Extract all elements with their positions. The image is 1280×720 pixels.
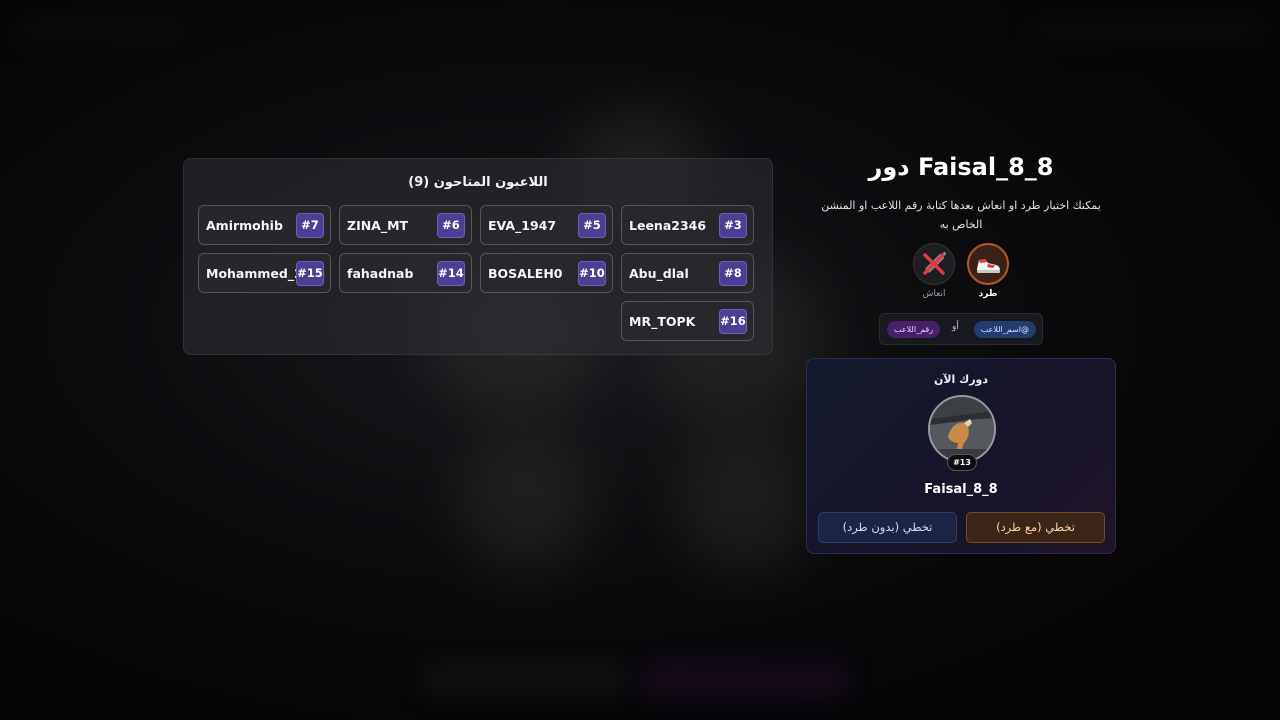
player-card[interactable]: ZINA_MT #6 [339,205,472,245]
player-card[interactable]: Leena2346 #3 [621,205,754,245]
current-turn-card: دورك الآن #13 Faisal_8_8 تخطي (مع طرد) ت… [806,358,1116,554]
player-card[interactable]: Abu_dlal #8 [621,253,754,293]
player-name: Amirmohib [206,218,283,233]
player-number-badge: #16 [719,309,747,334]
available-players-title: اللاعبون المتاحون (9) [408,175,548,190]
player-card[interactable]: EVA_1947 #5 [480,205,613,245]
skip-with-kick-button[interactable]: تخطي (مع طرد) [966,512,1105,543]
player-name: BOSALEH0 [488,266,563,281]
background-decoration [1030,14,1266,44]
player-name: Abu_dlal [629,266,689,281]
sneaker-kick-icon [977,259,1000,273]
background-decoration [640,660,850,698]
player-card[interactable]: fahadnab #14 [339,253,472,293]
player-name: ZINA_MT [347,218,409,233]
player-number-badge: #7 [296,213,324,238]
mention-hint-box: @اسم_اللاعب أو رقم_اللاعب [879,313,1043,345]
player-card[interactable]: BOSALEH0 #10 [480,253,613,293]
player-number-badge: #15 [296,261,324,286]
player-card[interactable]: Mohammed_2... #15 [198,253,331,293]
player-number-badge: #6 [437,213,465,238]
current-turn-label: دورك الآن [933,373,989,386]
skip-without-kick-button[interactable]: تخطي (بدون طرد) [818,512,957,543]
current-player-number-badge: #13 [947,454,977,471]
kick-action-button[interactable] [967,243,1009,285]
kick-label: طرد [978,289,998,299]
player-name-chip: @اسم_اللاعب [973,321,1036,338]
horse-avatar-image [930,397,994,461]
player-number-badge: #5 [578,213,606,238]
turn-instructions: يمكنك اختيار طرد او انعاش بعدها كتابة رق… [821,199,1101,231]
turn-title: دور Faisal_8_8 [868,153,1054,181]
background-decoration [460,430,590,570]
available-players-panel: اللاعبون المتاحون (9) Leena2346 #3 EVA_1… [183,158,773,355]
player-name: fahadnab [347,266,414,281]
player-name: EVA_1947 [488,218,557,233]
current-player-name: Faisal_8_8 [924,482,998,497]
player-number-badge: #8 [719,261,747,286]
player-number-chip: رقم_اللاعب [887,321,941,338]
player-number-badge: #10 [578,261,606,286]
player-number-badge: #3 [719,213,747,238]
avatar [928,395,996,463]
player-card[interactable]: Amirmohib #7 [198,205,331,245]
background-decoration [14,14,184,44]
player-name: Leena2346 [629,218,707,233]
revive-label: انعاش [922,289,946,299]
background-decoration [420,660,630,698]
or-text: أو [952,322,959,332]
player-card[interactable]: MR_TOPK #16 [621,301,754,341]
syringe-cross-icon [923,251,947,275]
background-decoration [680,430,810,570]
player-number-badge: #14 [437,261,465,286]
player-name: MR_TOPK [629,314,696,329]
game-screen: اللاعبون المتاحون (9) Leena2346 #3 EVA_1… [0,0,1280,720]
revive-action-button[interactable] [913,243,955,285]
